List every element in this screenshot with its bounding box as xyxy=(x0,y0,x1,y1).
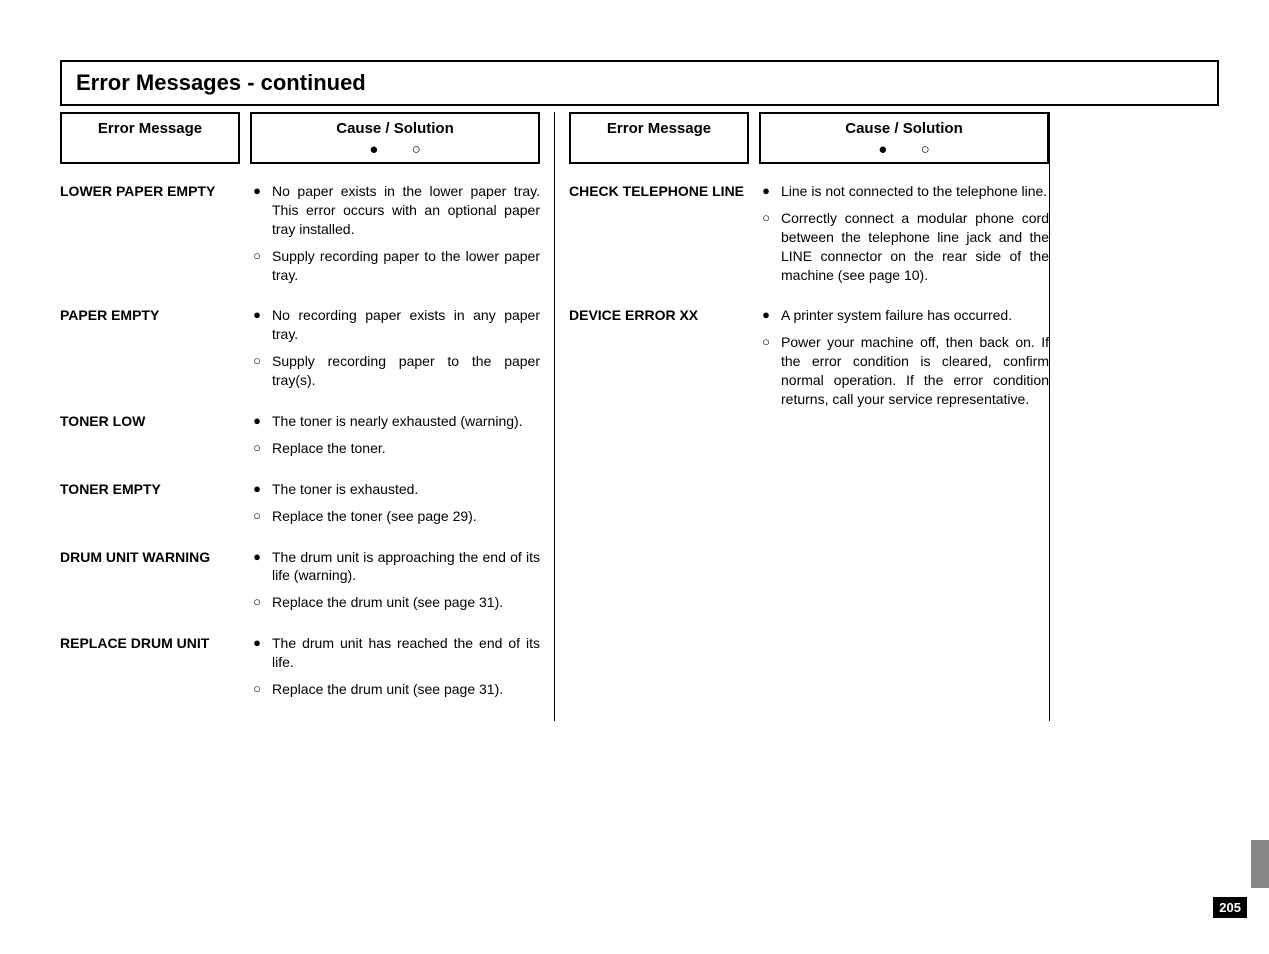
list-item: ○ Replace the drum unit (see page 31). xyxy=(250,593,540,612)
error-message-cell: DRUM UNIT WARNING xyxy=(60,548,240,621)
list-item: ● Line is not connected to the telephone … xyxy=(759,182,1049,201)
item-text: Replace the drum unit (see page 31). xyxy=(272,680,540,699)
list-item: ●The drum unit is approaching the end of… xyxy=(250,548,540,586)
columns: Error Message Cause / Solution ● ○ LOWER… xyxy=(60,112,1219,721)
header-cause-label: Cause / Solution xyxy=(256,120,534,137)
item-text: No recording paper exists in any paper t… xyxy=(272,306,540,344)
cause-cell: ● Line is not connected to the telephone … xyxy=(759,182,1049,292)
cause-cell: ●No paper exists in the lower paper tray… xyxy=(250,182,540,292)
cause-cell: ● The toner is nearly exhausted (warning)… xyxy=(250,412,540,466)
bullet-open-icon: ○ xyxy=(250,593,264,612)
legend-row-right: ● ○ xyxy=(765,141,1043,158)
list-item: ○ Replace the toner. xyxy=(250,439,540,458)
section-title: Error Messages - continued xyxy=(76,70,366,95)
item-text: Replace the drum unit (see page 31). xyxy=(272,593,540,612)
item-text: Replace the toner. xyxy=(272,439,540,458)
header-cause-left: Cause / Solution ● ○ xyxy=(250,112,540,164)
legend-filled-icon: ● xyxy=(878,141,887,158)
thumb-tab xyxy=(1251,840,1269,888)
item-text: Supply recording paper to the lower pape… xyxy=(272,247,540,285)
error-message-cell: TONER LOW xyxy=(60,412,240,466)
table-row: REPLACE DRUM UNIT ●The drum unit has rea… xyxy=(60,634,540,707)
list-item: ●The drum unit has reached the end of it… xyxy=(250,634,540,672)
header-msg-label: Error Message xyxy=(575,120,743,137)
bullet-filled-icon: ● xyxy=(250,182,264,239)
error-message-cell: CHECK TELEPHONE LINE xyxy=(569,182,749,292)
error-message-cell: PAPER EMPTY xyxy=(60,306,240,398)
cause-cell: ●No recording paper exists in any paper … xyxy=(250,306,540,398)
error-message-cell: LOWER PAPER EMPTY xyxy=(60,182,240,292)
item-text: The toner is nearly exhausted (warning). xyxy=(272,412,540,431)
item-text: No paper exists in the lower paper tray.… xyxy=(272,182,540,239)
table-row: TONER EMPTY ● The toner is exhausted. ○ Re… xyxy=(60,480,540,534)
error-message-cell: DEVICE ERROR XX xyxy=(569,306,749,416)
header-row-right: Error Message Cause / Solution ● ○ xyxy=(569,112,1049,164)
header-error-message-left: Error Message xyxy=(60,112,240,164)
left-column: Error Message Cause / Solution ● ○ LOWER… xyxy=(60,112,555,721)
bullet-filled-icon: ● xyxy=(759,306,773,325)
item-text: Supply recording paper to the paper tray… xyxy=(272,352,540,390)
table-row: DRUM UNIT WARNING ●The drum unit is appr… xyxy=(60,548,540,621)
list-item: ○Supply recording paper to the paper tra… xyxy=(250,352,540,390)
legend-open-icon: ○ xyxy=(921,141,930,158)
list-item: ● The toner is nearly exhausted (warning)… xyxy=(250,412,540,431)
table-row: TONER LOW ● The toner is nearly exhausted… xyxy=(60,412,540,466)
legend-open-icon: ○ xyxy=(412,141,421,158)
legend-row-left: ● ○ xyxy=(256,141,534,158)
legend-filled-icon: ● xyxy=(369,141,378,158)
table-row: DEVICE ERROR XX ● A printer system failur… xyxy=(569,306,1049,416)
table-row: PAPER EMPTY ●No recording paper exists i… xyxy=(60,306,540,398)
header-msg-label: Error Message xyxy=(66,120,234,137)
item-text: Correctly connect a modular phone cord b… xyxy=(781,209,1049,285)
list-item: ●No paper exists in the lower paper tray… xyxy=(250,182,540,239)
list-item: ● A printer system failure has occurred. xyxy=(759,306,1049,325)
list-item: ○Supply recording paper to the lower pap… xyxy=(250,247,540,285)
item-text: The drum unit has reached the end of its… xyxy=(272,634,540,672)
bullet-filled-icon: ● xyxy=(250,306,264,344)
bullet-open-icon: ○ xyxy=(250,247,264,285)
bullet-open-icon: ○ xyxy=(250,680,264,699)
header-cause-label: Cause / Solution xyxy=(765,120,1043,137)
item-text: Power your machine off, then back on. If… xyxy=(781,333,1049,409)
item-text: A printer system failure has occurred. xyxy=(781,306,1049,325)
right-column: Error Message Cause / Solution ● ○ CHECK… xyxy=(555,112,1050,721)
section-title-box: Error Messages - continued xyxy=(60,60,1219,106)
bullet-open-icon: ○ xyxy=(250,352,264,390)
list-item: ● The toner is exhausted. xyxy=(250,480,540,499)
bullet-filled-icon: ● xyxy=(759,182,773,201)
table-row: LOWER PAPER EMPTY ●No paper exists in th… xyxy=(60,182,540,292)
bullet-filled-icon: ● xyxy=(250,548,264,586)
list-item: ○Power your machine off, then back on. I… xyxy=(759,333,1049,409)
bullet-filled-icon: ● xyxy=(250,480,264,499)
list-item: ○Correctly connect a modular phone cord … xyxy=(759,209,1049,285)
header-row-left: Error Message Cause / Solution ● ○ xyxy=(60,112,540,164)
header-cause-right: Cause / Solution ● ○ xyxy=(759,112,1049,164)
list-item: ○ Replace the toner (see page 29). xyxy=(250,507,540,526)
item-text: The drum unit is approaching the end of … xyxy=(272,548,540,586)
header-error-message-right: Error Message xyxy=(569,112,749,164)
error-message-cell: TONER EMPTY xyxy=(60,480,240,534)
bullet-open-icon: ○ xyxy=(759,209,773,285)
cause-cell: ● The toner is exhausted. ○ Replace the to… xyxy=(250,480,540,534)
cause-cell: ●The drum unit has reached the end of it… xyxy=(250,634,540,707)
cause-cell: ●A printer system failure has occurred. … xyxy=(759,306,1049,416)
item-text: Line is not connected to the telephone l… xyxy=(781,182,1049,201)
table-row: CHECK TELEPHONE LINE ● Line is not connec… xyxy=(569,182,1049,292)
bullet-filled-icon: ● xyxy=(250,634,264,672)
item-text: Replace the toner (see page 29). xyxy=(272,507,540,526)
bullet-open-icon: ○ xyxy=(250,507,264,526)
cause-cell: ●The drum unit is approaching the end of… xyxy=(250,548,540,621)
error-message-cell: REPLACE DRUM UNIT xyxy=(60,634,240,707)
bullet-filled-icon: ● xyxy=(250,412,264,431)
list-item: ●No recording paper exists in any paper … xyxy=(250,306,540,344)
list-item: ○ Replace the drum unit (see page 31). xyxy=(250,680,540,699)
page-number: 205 xyxy=(1213,897,1247,918)
item-text: The toner is exhausted. xyxy=(272,480,540,499)
bullet-open-icon: ○ xyxy=(759,333,773,409)
bullet-open-icon: ○ xyxy=(250,439,264,458)
